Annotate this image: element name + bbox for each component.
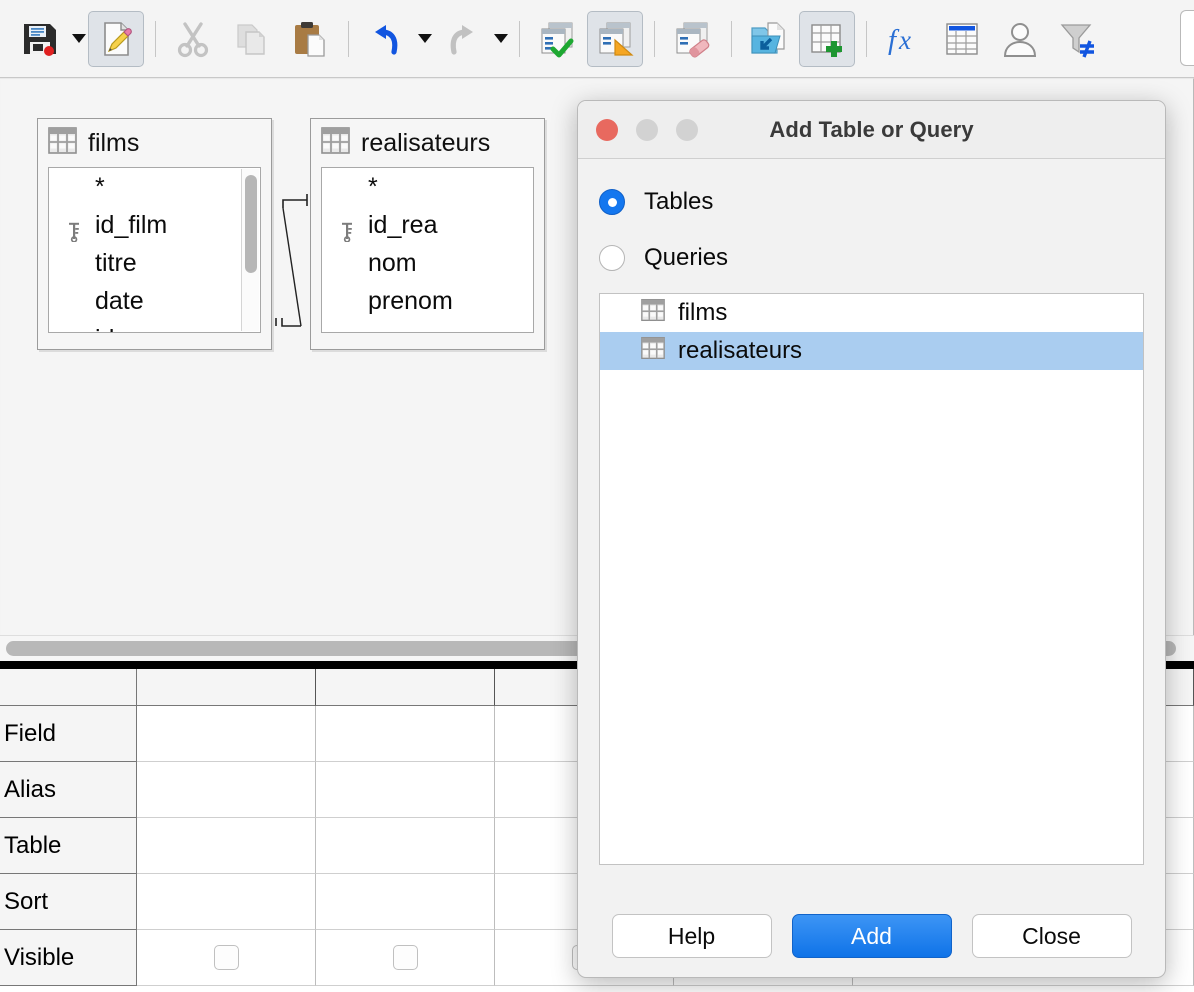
grid-cell bbox=[316, 930, 495, 986]
table-window-title: films bbox=[88, 128, 140, 157]
field-item[interactable]: nom bbox=[322, 244, 533, 282]
table-icon bbox=[48, 126, 77, 160]
table-window-header[interactable]: realisateurs bbox=[311, 119, 544, 167]
dialog-body: Tables Queries films realisateurs bbox=[578, 159, 1165, 865]
dialog-title: Add Table or Query bbox=[769, 116, 974, 142]
radio-tables[interactable] bbox=[599, 189, 625, 215]
field-item-primary-key[interactable]: id_rea bbox=[322, 206, 533, 244]
field-label: id_rea bbox=[368, 211, 438, 239]
grid-cell[interactable] bbox=[137, 706, 316, 762]
cut-button[interactable] bbox=[165, 11, 221, 67]
toolbar-separator bbox=[348, 20, 349, 57]
switch-design-sql-button[interactable] bbox=[741, 11, 797, 67]
radio-label-tables: Tables bbox=[644, 188, 714, 215]
radio-label-queries: Queries bbox=[644, 244, 729, 271]
field-item[interactable]: prenom bbox=[322, 282, 533, 320]
grid-cell[interactable] bbox=[316, 762, 495, 818]
field-list[interactable]: * id_rea nom prenom bbox=[321, 167, 534, 333]
undo-button[interactable] bbox=[358, 11, 414, 67]
vertical-scrollbar[interactable] bbox=[241, 169, 259, 331]
run-query-button[interactable] bbox=[529, 11, 585, 67]
copy-button[interactable] bbox=[223, 11, 279, 67]
add-button[interactable]: Add bbox=[791, 914, 952, 958]
add-table-or-query-dialog[interactable]: Add Table or Query Tables Queries films … bbox=[577, 100, 1166, 978]
list-item-label: realisateurs bbox=[678, 337, 803, 364]
distinct-values-button[interactable] bbox=[992, 11, 1048, 67]
list-item-label: films bbox=[678, 299, 728, 326]
design-view-button[interactable] bbox=[587, 10, 643, 67]
close-dialog-button[interactable]: Close bbox=[971, 914, 1132, 958]
field-item[interactable]: id_rea bbox=[49, 320, 260, 332]
toolbar-separator bbox=[654, 20, 655, 57]
help-button[interactable]: Help bbox=[611, 914, 772, 958]
paste-button[interactable] bbox=[281, 11, 337, 67]
redo-button[interactable] bbox=[434, 11, 490, 67]
field-item[interactable]: * bbox=[49, 168, 260, 206]
toolbar-separator bbox=[519, 20, 520, 57]
undo-dropdown-arrow[interactable] bbox=[416, 11, 434, 67]
table-icon bbox=[641, 298, 665, 329]
dialog-titlebar[interactable]: Add Table or Query bbox=[578, 101, 1165, 159]
grid-cell[interactable] bbox=[316, 874, 495, 930]
grid-corner-cell bbox=[0, 669, 137, 706]
grid-row-label-field: Field bbox=[0, 706, 137, 762]
field-list[interactable]: * id_film titre date bbox=[48, 167, 261, 333]
toolbar-overflow-button[interactable] bbox=[1180, 10, 1194, 66]
grid-cell[interactable] bbox=[137, 762, 316, 818]
radio-option-tables[interactable]: Tables bbox=[599, 181, 1144, 223]
grid-cell[interactable] bbox=[316, 706, 495, 762]
radio-option-queries[interactable]: Queries bbox=[599, 237, 1144, 279]
radio-queries[interactable] bbox=[599, 245, 625, 271]
dialog-footer: Help Add Close bbox=[578, 895, 1165, 977]
table-window-header[interactable]: films bbox=[38, 119, 271, 167]
visible-checkbox[interactable] bbox=[392, 945, 418, 970]
visible-checkbox[interactable] bbox=[213, 945, 239, 970]
toolbar-separator bbox=[866, 20, 867, 57]
table-window-films[interactable]: films * id_film titre date bbox=[37, 118, 272, 350]
field-item-primary-key[interactable]: id_film bbox=[49, 206, 260, 244]
table-icon bbox=[641, 336, 665, 367]
grid-column-header[interactable] bbox=[137, 669, 316, 706]
toolbar-separator bbox=[155, 20, 156, 57]
grid-row-label-sort: Sort bbox=[0, 874, 137, 930]
list-item[interactable]: films bbox=[600, 294, 1143, 332]
grid-cell[interactable] bbox=[316, 818, 495, 874]
table-window-realisateurs[interactable]: realisateurs * id_rea nom prenom bbox=[310, 118, 545, 350]
grid-row-label-visible: Visible bbox=[0, 930, 137, 986]
grid-cell[interactable] bbox=[137, 818, 316, 874]
grid-column-header[interactable] bbox=[316, 669, 495, 706]
field-item[interactable]: titre bbox=[49, 244, 260, 282]
save-button[interactable] bbox=[12, 11, 68, 67]
svg-text:x: x bbox=[898, 25, 911, 55]
redo-dropdown-arrow[interactable] bbox=[492, 11, 510, 67]
field-item[interactable]: date bbox=[49, 282, 260, 320]
main-toolbar: f x bbox=[0, 0, 1194, 78]
toolbar-separator bbox=[731, 20, 732, 57]
list-item[interactable]: realisateurs bbox=[600, 332, 1143, 370]
table-list[interactable]: films realisateurs bbox=[599, 293, 1144, 865]
field-label: id_film bbox=[95, 211, 168, 239]
table-window-title: realisateurs bbox=[361, 128, 491, 157]
grid-row-label-alias: Alias bbox=[0, 762, 137, 818]
grid-cell[interactable] bbox=[137, 874, 316, 930]
grid-cell bbox=[137, 930, 316, 986]
clear-query-button[interactable] bbox=[664, 11, 720, 67]
table-icon bbox=[321, 126, 350, 160]
field-item[interactable]: * bbox=[322, 168, 533, 206]
scrollbar-thumb[interactable] bbox=[245, 175, 257, 273]
functions-button[interactable]: f x bbox=[876, 11, 932, 67]
add-table-button[interactable] bbox=[799, 10, 855, 67]
table-names-button[interactable] bbox=[934, 11, 990, 67]
filter-not-equal-button[interactable] bbox=[1050, 11, 1106, 67]
edit-document-button[interactable] bbox=[88, 10, 144, 67]
save-dropdown-arrow[interactable] bbox=[70, 11, 88, 67]
grid-row-label-table: Table bbox=[0, 818, 137, 874]
